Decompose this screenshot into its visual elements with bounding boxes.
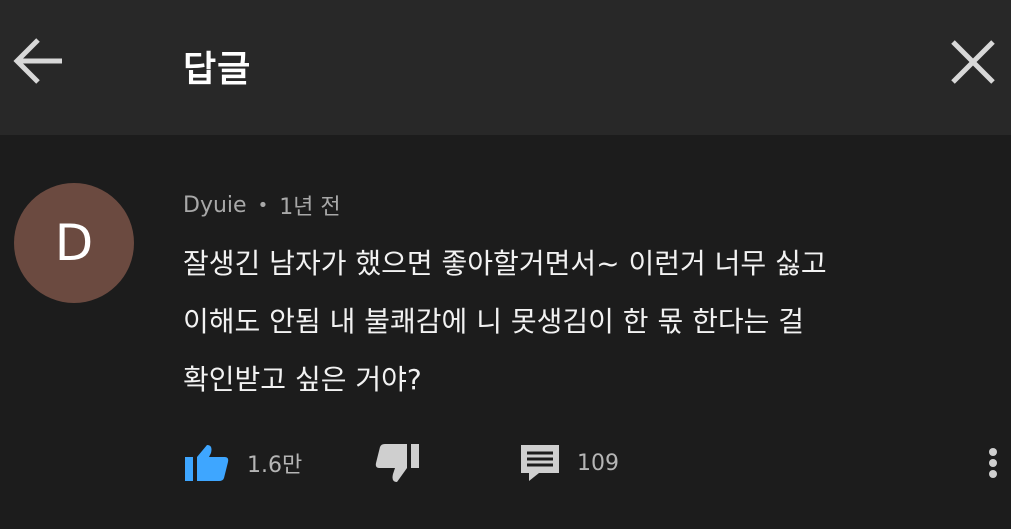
close-button[interactable] — [945, 34, 1001, 90]
like-count: 1.6만 — [247, 453, 303, 478]
reply-button[interactable]: 109 — [519, 435, 619, 491]
like-button[interactable]: 1.6만 — [183, 435, 302, 491]
comment-line: 이해도 안됨 내 불쾌감에 니 못생김이 한 몫 한다는 걸 — [183, 305, 805, 338]
comment-line: 확인받고 싶은 거야? — [183, 363, 422, 396]
back-button[interactable] — [8, 30, 70, 92]
more-vert-icon — [989, 445, 997, 481]
page-title: 답글 — [183, 49, 252, 90]
comment-actions: 1.6만 109 — [183, 435, 1011, 495]
comment-time: 1년 전 — [279, 195, 341, 220]
close-icon — [951, 40, 995, 84]
comment: D Dyuie • 1년 전 잘생긴 남자가 했으면 좋아할거면서~ 이런거 너… — [0, 135, 1011, 529]
comment-icon — [521, 445, 559, 481]
more-options-button[interactable] — [983, 435, 1003, 491]
comment-meta: Dyuie • 1년 전 — [183, 190, 341, 221]
thumbs-down-icon — [375, 444, 419, 482]
meta-separator: • — [257, 194, 269, 216]
thumbs-up-icon — [185, 445, 229, 481]
avatar[interactable]: D — [14, 183, 134, 303]
header-bar: 답글 — [0, 0, 1011, 135]
avatar-letter: D — [54, 214, 94, 272]
dislike-button[interactable] — [373, 435, 421, 491]
comment-text: 잘생긴 남자가 했으면 좋아할거면서~ 이런거 너무 싫고 이해도 안됨 내 불… — [183, 235, 943, 409]
comment-line: 잘생긴 남자가 했으면 좋아할거면서~ 이런거 너무 싫고 — [183, 247, 827, 280]
arrow-left-icon — [13, 38, 62, 84]
reply-count: 109 — [577, 450, 619, 476]
author-name[interactable]: Dyuie — [183, 193, 247, 218]
